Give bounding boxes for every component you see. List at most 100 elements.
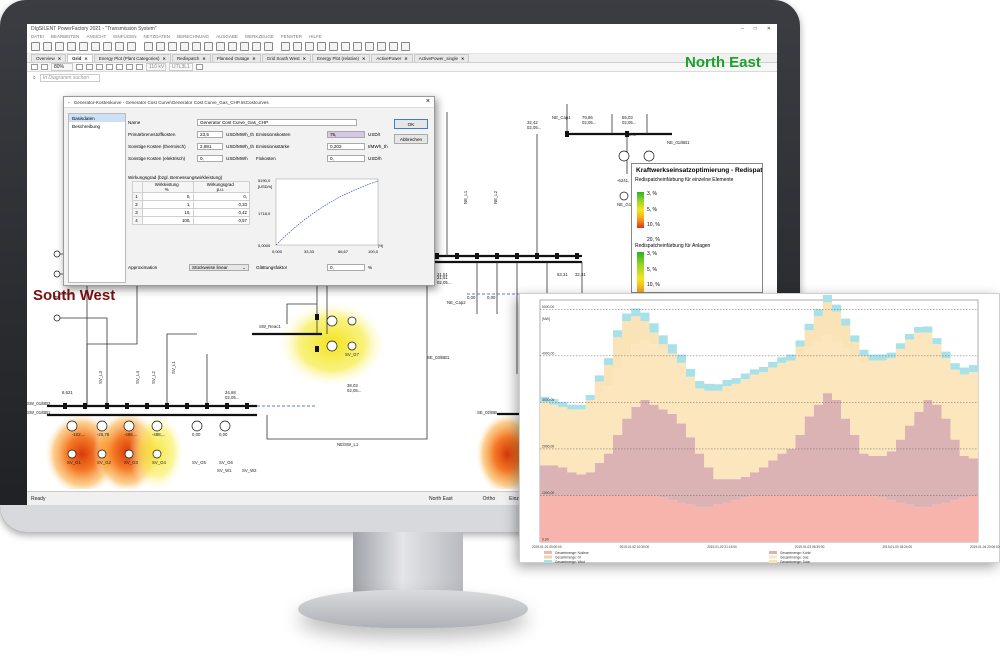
tab-planned-outage[interactable]: Planned Outage ✕ [211, 54, 261, 62]
undo-icon[interactable] [103, 42, 112, 51]
star-icon[interactable] [76, 64, 83, 70]
menu-item-bearbeiten[interactable]: BEARBEITEN [51, 34, 80, 39]
grid-icon[interactable] [86, 64, 93, 70]
new-icon[interactable] [31, 42, 40, 51]
symbol-icon[interactable] [136, 64, 143, 70]
menu-item-datei[interactable]: DATEI [31, 34, 44, 39]
color-icon[interactable] [96, 64, 103, 70]
graphic-icon[interactable] [116, 64, 123, 70]
open-icon[interactable] [43, 42, 52, 51]
tab-grid-south-west[interactable]: Grid South West ✕ [261, 54, 311, 62]
menu-item-ansicht[interactable]: ANSICHT [86, 34, 106, 39]
zoom-icon[interactable] [365, 42, 374, 51]
close-icon[interactable]: ✕ [404, 56, 407, 61]
name-input[interactable]: Generator Cost Curve_Gas_CHP [197, 119, 357, 126]
close-icon[interactable]: ✕ [202, 56, 205, 61]
print-icon[interactable] [196, 64, 203, 70]
redo-icon[interactable] [115, 42, 124, 51]
efficiency-table[interactable]: Wirkleistung% Wirkungsgrad p.u. 1 0, 0, 2 1,… [132, 181, 251, 225]
menu-item-hilfe[interactable]: HILFE [309, 34, 322, 39]
menu-item-ausgabe[interactable]: AUSGABE [216, 34, 238, 39]
refresh-icon[interactable] [341, 42, 350, 51]
help-icon[interactable] [281, 42, 290, 51]
graphic-icon[interactable] [305, 42, 314, 51]
energy-plot-window[interactable]: 0,00 1000,00 2000,00 3000,00 4000,00 5000,00 [… [519, 293, 1000, 564]
calc-icon[interactable] [168, 42, 177, 51]
elec-cost-input[interactable]: 0, [197, 155, 223, 162]
filter-icon[interactable] [353, 42, 362, 51]
close-icon[interactable]: ✕ [163, 56, 166, 61]
cost-curve-mini-chart: 5190,0 [USD/h] 1718,0 0,0000 0,000 33,33… [258, 178, 383, 254]
menu-item-einfügen[interactable]: EINFÜGEN [113, 34, 136, 39]
close-button[interactable]: ✕ [767, 26, 771, 32]
voltage-select[interactable]: 110 kV [146, 63, 166, 71]
print-icon[interactable] [127, 42, 136, 51]
tab-activepower[interactable]: ActivePower ✕ [371, 54, 413, 62]
result-value-label: 8,621 [62, 390, 73, 395]
chart-icon[interactable] [329, 42, 338, 51]
table-row[interactable]: 4 100, 0,57 [132, 216, 251, 225]
emission-factor-input[interactable]: 0,202 [327, 143, 365, 150]
sidebar-item-beschreibung[interactable]: Beschreibung [69, 122, 125, 130]
smoothing-input[interactable]: 0, [327, 264, 365, 271]
menu-item-werkzeuge[interactable]: WERKZEUGE [245, 34, 274, 39]
tab-activepower-single[interactable]: ActivePower_single ✕ [413, 54, 470, 62]
close-icon[interactable]: ✕ [461, 56, 464, 61]
harmonics-icon[interactable] [204, 42, 213, 51]
table-row[interactable]: 3 10, 0,42 [132, 208, 251, 217]
menu-item-fenster[interactable]: FENSTER [281, 34, 302, 39]
tab-energy-plot-plant-categories-[interactable]: Energy Plot (Plant Categories) ✕ [93, 54, 171, 62]
menu-item-netzdaten[interactable]: NETZDATEN [143, 34, 170, 39]
mini-y-mid: 1718,0 [258, 211, 271, 216]
approximation-select[interactable]: Stückweise linear ⌄ [189, 264, 249, 271]
layout-icon[interactable] [401, 42, 410, 51]
report-icon[interactable] [252, 42, 261, 51]
ok-button[interactable]: OK [394, 119, 428, 129]
settings-icon[interactable] [264, 42, 273, 51]
sidebar-item-basisdaten[interactable]: Basisdaten [69, 114, 125, 122]
table-row[interactable]: 1 0, 0, [132, 192, 251, 201]
zoom-select[interactable]: 80% [51, 63, 73, 71]
stability-icon[interactable] [216, 42, 225, 51]
diagram-icon[interactable] [293, 42, 302, 51]
results-icon[interactable] [240, 42, 249, 51]
edit-icon[interactable] [156, 42, 165, 51]
maximize-button[interactable]: □ [754, 26, 757, 32]
layers-icon[interactable] [106, 64, 113, 70]
pan-icon[interactable] [377, 42, 386, 51]
short-circuit-icon[interactable] [192, 42, 201, 51]
measure-icon[interactable] [389, 42, 398, 51]
close-icon[interactable]: ✕ [58, 56, 61, 61]
tab-grid[interactable]: Grid ✕ [67, 54, 93, 62]
minimize-button[interactable]: – [741, 26, 744, 32]
tab-energy-plot-relative-[interactable]: Energy Plot (relative) ✕ [311, 54, 371, 62]
layer-select[interactable]: UTL3L1 [169, 63, 193, 71]
save-icon[interactable] [55, 42, 64, 51]
cancel-button[interactable]: Abbrechen [394, 134, 428, 144]
status-ortho[interactable]: Ortho [483, 496, 496, 502]
loadflow-icon[interactable] [180, 42, 189, 51]
lock-icon[interactable] [31, 64, 38, 70]
table-icon[interactable] [317, 42, 326, 51]
close-icon[interactable]: ✕ [252, 56, 255, 61]
emission-cost-input[interactable]: 75, [327, 131, 365, 138]
tab-overview[interactable]: Overview ✕ [31, 54, 67, 62]
zoom-icon[interactable] [41, 64, 48, 70]
close-icon[interactable]: ✕ [303, 56, 306, 61]
cut-icon[interactable] [67, 42, 76, 51]
close-icon[interactable]: ✕ [362, 56, 365, 61]
copy-icon[interactable] [79, 42, 88, 51]
tab-redispatch[interactable]: Redispatch ✕ [171, 54, 211, 62]
thermal-cost-input[interactable]: 2,881 [197, 143, 223, 150]
text-icon[interactable] [126, 64, 133, 70]
grid-icon[interactable] [144, 42, 153, 51]
table-row[interactable]: 2 1, 0,33 [132, 200, 251, 209]
paste-icon[interactable] [91, 42, 100, 51]
close-icon[interactable]: × [426, 98, 430, 105]
fixed-cost-input[interactable]: 0, [327, 155, 365, 162]
menu-item-berechnung[interactable]: BERECHNUNG [177, 34, 209, 39]
fuel-cost-input[interactable]: 23,5 [197, 131, 223, 138]
reliability-icon[interactable] [228, 42, 237, 51]
close-icon[interactable]: ✕ [84, 56, 87, 61]
diagram-search-input[interactable]: In Diagramm suchen [39, 73, 100, 82]
